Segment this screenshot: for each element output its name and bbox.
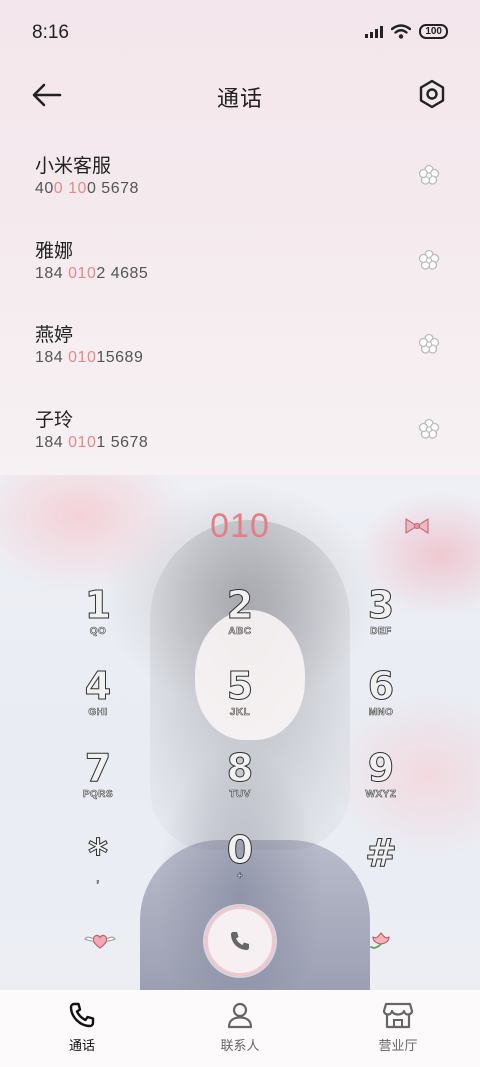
- phone-icon: [69, 1002, 95, 1028]
- contact-item[interactable]: 子玲 184 0101 5678: [0, 394, 480, 479]
- key-4[interactable]: 4 GHI: [53, 666, 143, 736]
- key-0[interactable]: 0 +: [195, 830, 285, 900]
- tab-service-hall[interactable]: 营业厅: [338, 1000, 458, 1054]
- status-bar: 8:16 100: [0, 0, 480, 68]
- signal-icon: [365, 25, 384, 38]
- key-digit: 9: [367, 746, 395, 790]
- key-digit: 6: [367, 664, 395, 708]
- phone-icon: [231, 932, 249, 950]
- key-7[interactable]: 7 PQRS: [53, 748, 143, 818]
- contact-number: 184 0101 5678: [35, 433, 149, 451]
- key-9[interactable]: 9 WXYZ: [336, 748, 426, 818]
- page-title: 通话: [216, 86, 263, 111]
- key-digit: *: [88, 831, 109, 875]
- key-6[interactable]: 6 MNO: [336, 666, 426, 736]
- store-icon: [382, 1002, 414, 1029]
- status-icons: 100: [365, 24, 448, 39]
- key-letters: +: [236, 871, 244, 883]
- flower-icon[interactable]: [418, 164, 440, 186]
- contact-item[interactable]: 燕婷 184 01015689: [0, 309, 480, 394]
- key-star[interactable]: * ,: [53, 833, 143, 903]
- header: 通话: [0, 70, 480, 120]
- tab-label: 营业厅: [378, 1038, 418, 1053]
- key-digit: 7: [84, 746, 112, 790]
- wifi-icon: [391, 24, 412, 39]
- key-letters: JKL: [229, 707, 251, 719]
- contact-name: 子玲: [35, 409, 74, 431]
- tulip-icon[interactable]: [368, 928, 394, 952]
- contact-name: 小米客服: [35, 156, 112, 177]
- status-time: 8:16: [32, 22, 69, 43]
- contact-name: 雅娜: [35, 240, 74, 262]
- key-2[interactable]: 2 ABC: [195, 585, 285, 655]
- key-letters: GHI: [88, 707, 108, 719]
- person-icon: [227, 1002, 253, 1029]
- key-letters: DEF: [370, 626, 392, 638]
- key-8[interactable]: 8 TUV: [195, 748, 285, 818]
- settings-icon[interactable]: [416, 78, 448, 110]
- contact-number: 400 100 5678: [35, 180, 139, 197]
- heart-wing-icon[interactable]: [84, 930, 116, 950]
- key-digit: 5: [226, 664, 254, 708]
- key-letters: QO: [89, 626, 107, 638]
- key-letters: MNO: [368, 707, 394, 719]
- key-3[interactable]: 3 DEF: [336, 585, 426, 655]
- key-digit: 1: [84, 583, 112, 627]
- call-button[interactable]: [205, 906, 275, 976]
- key-digit: 4: [84, 664, 112, 708]
- tab-label: 通话: [68, 1038, 95, 1053]
- key-digit: #: [365, 831, 398, 875]
- key-1[interactable]: 1 QO: [53, 585, 143, 655]
- flower-icon[interactable]: [418, 249, 440, 271]
- key-5[interactable]: 5 JKL: [195, 666, 285, 736]
- key-letters: ABC: [228, 626, 252, 638]
- key-digit: 3: [367, 583, 395, 627]
- key-digit: 8: [226, 746, 254, 790]
- tab-calls[interactable]: 通话: [22, 1000, 142, 1054]
- contact-item[interactable]: 小米客服 400 100 5678: [0, 140, 480, 225]
- tab-contacts[interactable]: 联系人: [180, 1000, 300, 1054]
- bow-icon[interactable]: [403, 516, 431, 536]
- contact-item[interactable]: 雅娜 184 0102 4685: [0, 225, 480, 310]
- key-letters: WXYZ: [365, 789, 397, 801]
- key-letters: TUV: [229, 789, 251, 801]
- flower-icon[interactable]: [418, 418, 440, 440]
- bottom-navigation: 通话 联系人 营业厅: [0, 990, 480, 1067]
- key-letters: PQRS: [82, 789, 114, 801]
- flower-icon[interactable]: [418, 333, 440, 355]
- key-hash[interactable]: #: [336, 833, 426, 903]
- battery-icon: 100: [419, 24, 448, 39]
- key-digit: 0: [226, 828, 254, 872]
- contact-number: 184 01015689: [35, 349, 144, 366]
- contact-suggestion-list: 小米客服 400 100 5678 雅娜 184 0102 4685 燕婷 18…: [0, 140, 480, 478]
- contact-name: 燕婷: [35, 325, 74, 346]
- tab-label: 联系人: [220, 1038, 260, 1053]
- key-digit: 2: [226, 583, 254, 627]
- key-letters: ,: [96, 874, 100, 886]
- contact-number: 184 0102 4685: [35, 264, 149, 282]
